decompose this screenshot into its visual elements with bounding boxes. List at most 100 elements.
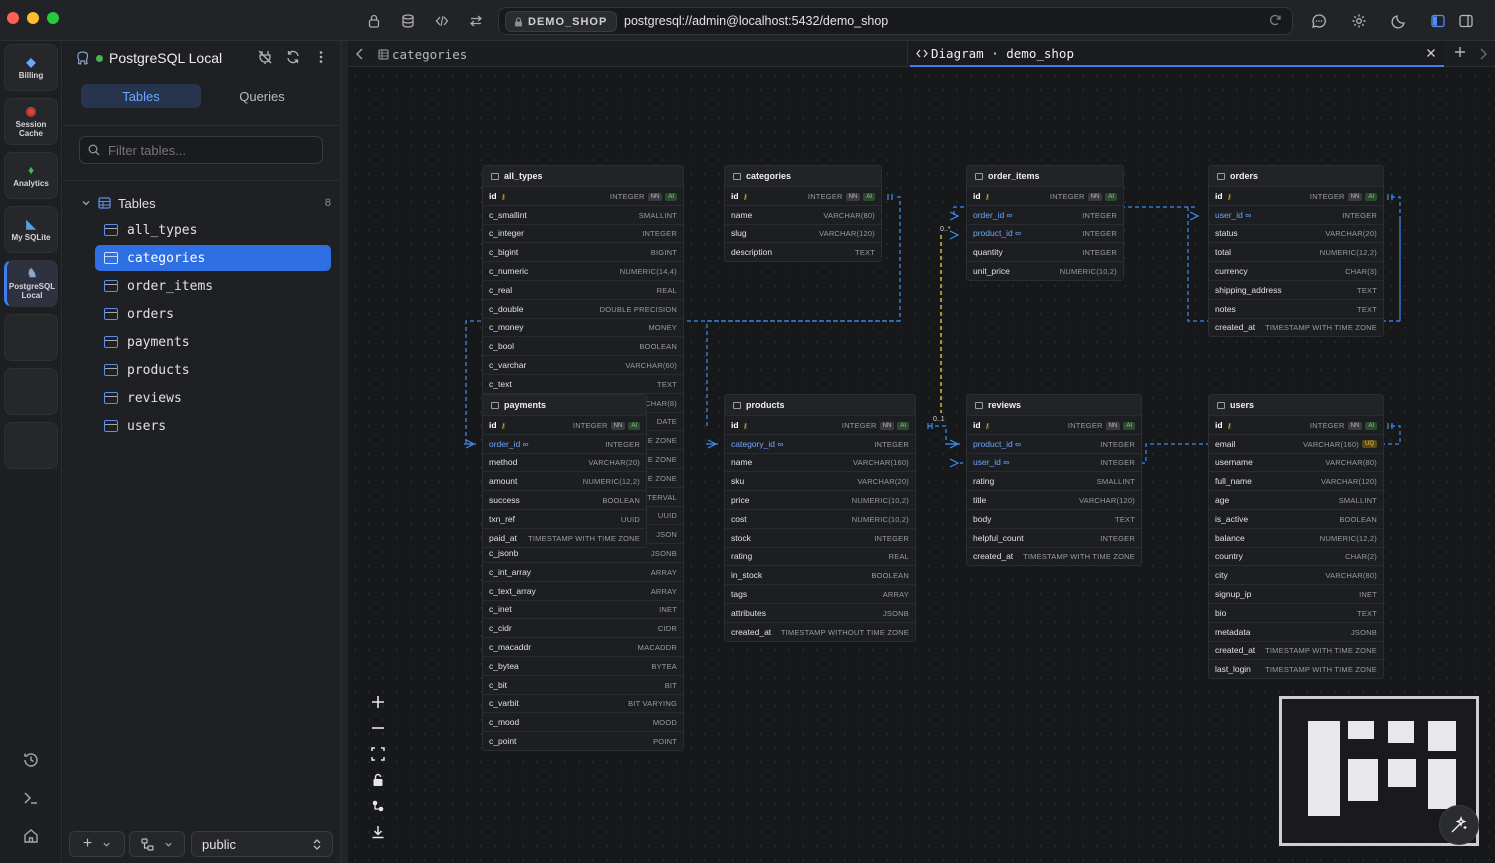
fit-view-icon[interactable] <box>368 744 388 764</box>
table-node-users[interactable]: users id ⚷ INTEGER NN AI email VARCHAR(160) UQ us… <box>1208 394 1384 680</box>
table-item-products[interactable]: products <box>95 357 331 383</box>
empty-connection-slot[interactable] <box>4 314 58 361</box>
column-row[interactable]: attributes JSONB <box>725 602 915 622</box>
column-row[interactable]: helpful_count INTEGER <box>967 527 1141 547</box>
column-row[interactable]: amount NUMERIC(12,2) <box>483 471 646 491</box>
reconnect-icon[interactable] <box>1268 13 1282 27</box>
column-row[interactable]: id ⚷ INTEGER NN AI <box>483 186 683 205</box>
column-row[interactable]: product_id ∞ INTEGER <box>967 223 1123 243</box>
connection-billing[interactable]: ◆ Billing <box>4 44 58 91</box>
tab-tables[interactable]: Tables <box>81 84 201 108</box>
column-row[interactable]: c_inet INET <box>483 599 683 619</box>
theme-moon-icon[interactable] <box>1389 11 1409 31</box>
column-row[interactable]: c_text_array ARRAY <box>483 580 683 600</box>
column-row[interactable]: created_at TIMESTAMP WITH TIME ZONE <box>1209 317 1383 337</box>
column-row[interactable]: c_cidr CIDR <box>483 618 683 638</box>
column-row[interactable]: order_id ∞ INTEGER <box>967 204 1123 224</box>
column-row[interactable]: unit_price NUMERIC(10,2) <box>967 261 1123 280</box>
table-node-header[interactable]: orders <box>1209 166 1383 186</box>
column-row[interactable]: id ⚷ INTEGER NN AI <box>1209 186 1383 205</box>
column-row[interactable]: user_id ∞ INTEGER <box>967 452 1141 472</box>
zoom-in-icon[interactable] <box>368 692 388 712</box>
column-row[interactable]: id ⚷ INTEGER NN AI <box>725 186 881 205</box>
new-query-button[interactable]: + <box>69 831 125 857</box>
column-row[interactable]: c_bytea BYTEA <box>483 655 683 675</box>
column-row[interactable]: c_point POINT <box>483 731 683 750</box>
disconnect-icon[interactable] <box>257 49 273 65</box>
table-item-users[interactable]: users <box>95 413 331 439</box>
column-row[interactable]: method VARCHAR(20) <box>483 452 646 472</box>
column-row[interactable]: sku VARCHAR(20) <box>725 471 915 491</box>
table-node-header[interactable]: order_items <box>967 166 1123 186</box>
column-row[interactable]: c_numeric NUMERIC(14,4) <box>483 261 683 280</box>
swap-icon[interactable] <box>466 11 486 31</box>
column-row[interactable]: c_varchar VARCHAR(60) <box>483 355 683 374</box>
zoom-out-icon[interactable] <box>368 718 388 738</box>
column-row[interactable]: id ⚷ INTEGER NN AI <box>725 415 915 434</box>
auto-layout-icon[interactable] <box>368 796 388 816</box>
column-row[interactable]: cost NUMERIC(10,2) <box>725 508 915 528</box>
lock-icon[interactable] <box>364 11 384 31</box>
table-node-products[interactable]: products id ⚷ INTEGER NN AI category_id ∞ INTEG… <box>724 394 916 642</box>
table-item-orders[interactable]: orders <box>95 301 331 327</box>
column-row[interactable]: user_id ∞ INTEGER <box>1209 204 1383 224</box>
table-item-order-items[interactable]: order_items <box>95 273 331 299</box>
column-row[interactable]: shipping_address TEXT <box>1209 279 1383 299</box>
connection-session-cache[interactable]: ◉ Session Cache <box>4 98 58 145</box>
table-node-payments[interactable]: payments id ⚷ INTEGER NN AI order_id ∞ INTEGER m… <box>482 394 647 548</box>
database-icon[interactable] <box>398 11 418 31</box>
column-row[interactable]: last_login TIMESTAMP WITH TIME ZONE <box>1209 659 1383 679</box>
column-row[interactable]: balance NUMERIC(12,2) <box>1209 527 1383 547</box>
refresh-icon[interactable] <box>285 49 301 65</box>
column-row[interactable]: stock INTEGER <box>725 527 915 547</box>
chat-icon[interactable] <box>1309 11 1329 31</box>
column-row[interactable]: title VARCHAR(120) <box>967 490 1141 509</box>
column-row[interactable]: c_double DOUBLE PRECISION <box>483 298 683 318</box>
column-row[interactable]: bio TEXT <box>1209 602 1383 622</box>
column-row[interactable]: signup_ip INET <box>1209 584 1383 603</box>
column-row[interactable]: total NUMERIC(12,2) <box>1209 242 1383 262</box>
column-row[interactable]: success BOOLEAN <box>483 490 646 509</box>
table-node-orders[interactable]: orders id ⚷ INTEGER NN AI user_id ∞ INTEGER stat… <box>1208 165 1384 338</box>
column-row[interactable]: is_active BOOLEAN <box>1209 508 1383 528</box>
column-row[interactable]: description TEXT <box>725 242 881 262</box>
filter-tables-input[interactable] <box>79 136 323 164</box>
column-row[interactable]: in_stock BOOLEAN <box>725 565 915 585</box>
maximize-window-button[interactable] <box>47 12 59 24</box>
column-row[interactable]: c_bigint BIGINT <box>483 242 683 262</box>
download-icon[interactable] <box>368 822 388 842</box>
table-node-header[interactable]: reviews <box>967 395 1141 415</box>
column-row[interactable]: c_bit BIT <box>483 674 683 694</box>
schema-select[interactable]: public <box>191 831 333 857</box>
tables-tree-header[interactable]: Tables 8 <box>81 193 331 213</box>
home-icon[interactable] <box>20 825 42 847</box>
column-row[interactable]: tags ARRAY <box>725 584 915 603</box>
column-row[interactable]: c_smallint SMALLINT <box>483 204 683 224</box>
column-row[interactable]: rating SMALLINT <box>967 471 1141 491</box>
table-node-header[interactable]: users <box>1209 395 1383 415</box>
toggle-right-panel-icon[interactable] <box>1456 11 1476 31</box>
lock-view-icon[interactable] <box>368 770 388 790</box>
column-row[interactable]: created_at TIMESTAMP WITHOUT TIME ZONE <box>725 621 915 641</box>
column-row[interactable]: id ⚷ INTEGER NN AI <box>967 186 1123 205</box>
table-node-header[interactable]: categories <box>725 166 881 186</box>
column-row[interactable]: status VARCHAR(20) <box>1209 223 1383 243</box>
close-window-button[interactable] <box>7 12 19 24</box>
diagram-menu-button[interactable] <box>129 831 185 857</box>
column-row[interactable]: body TEXT <box>967 508 1141 528</box>
column-row[interactable]: id ⚷ INTEGER NN AI <box>1209 415 1383 434</box>
column-row[interactable]: city VARCHAR(80) <box>1209 565 1383 585</box>
column-row[interactable]: order_id ∞ INTEGER <box>483 433 646 453</box>
column-row[interactable]: txn_ref UUID <box>483 508 646 528</box>
connection-analytics[interactable]: ♦ Analytics <box>4 152 58 199</box>
column-row[interactable]: name VARCHAR(160) <box>725 452 915 472</box>
column-row[interactable]: price NUMERIC(10,2) <box>725 490 915 509</box>
connection-my-sqlite[interactable]: ◣ My SQLite <box>4 206 58 253</box>
terminal-icon[interactable] <box>20 787 42 809</box>
toggle-left-panel-icon[interactable] <box>1428 11 1448 31</box>
table-node-header[interactable]: payments <box>483 395 646 415</box>
column-row[interactable]: c_int_array ARRAY <box>483 561 683 581</box>
column-row[interactable]: c_real REAL <box>483 279 683 299</box>
column-row[interactable]: age SMALLINT <box>1209 490 1383 509</box>
column-row[interactable]: username VARCHAR(80) <box>1209 452 1383 472</box>
